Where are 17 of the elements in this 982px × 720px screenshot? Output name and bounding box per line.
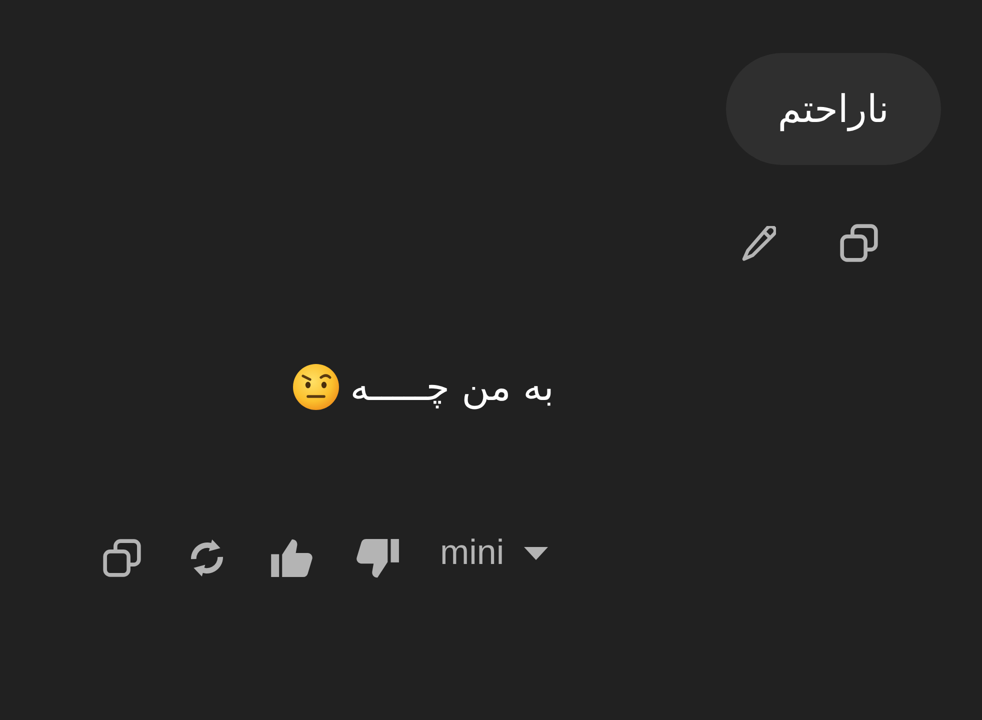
- thumbs-down-icon: [356, 538, 399, 578]
- like-button[interactable]: [271, 539, 313, 577]
- pencil-icon: [742, 226, 776, 260]
- copy-button[interactable]: [103, 539, 141, 577]
- regenerate-button[interactable]: [191, 539, 223, 577]
- edit-button[interactable]: [742, 226, 776, 260]
- refresh-icon: [191, 539, 223, 577]
- emoji-face-icon: [292, 363, 340, 411]
- copy-icon: [103, 539, 141, 577]
- model-selector[interactable]: mini: [440, 533, 548, 573]
- thumbs-up-icon: [271, 539, 313, 577]
- caret-icon: [524, 546, 548, 560]
- copy-icon: [840, 224, 878, 262]
- dislike-button[interactable]: [356, 538, 399, 578]
- reply-text: به من چـــــه: [350, 364, 554, 410]
- copy-button[interactable]: [840, 224, 878, 262]
- message-bubble: ناراحتم: [726, 53, 941, 165]
